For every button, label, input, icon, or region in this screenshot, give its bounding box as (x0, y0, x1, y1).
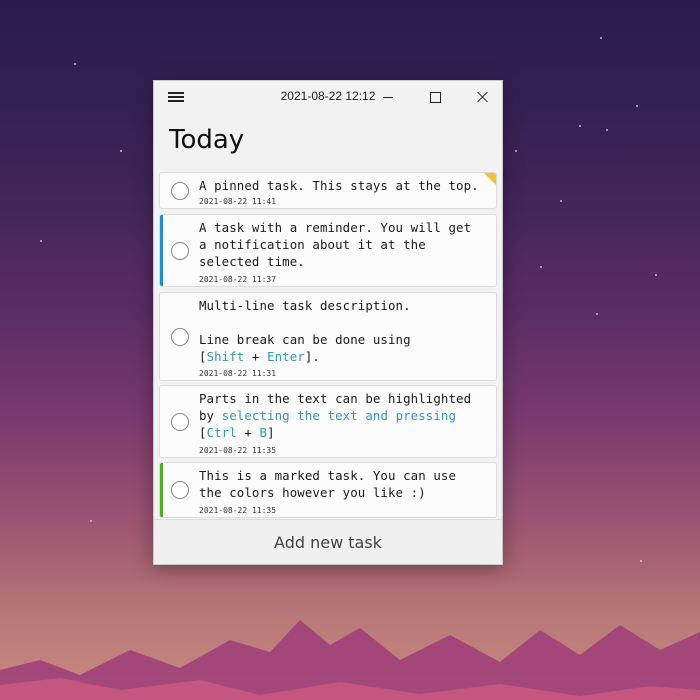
highlighted-text: B (259, 425, 268, 440)
highlighted-text: selecting the text and pressing (221, 408, 457, 423)
task-item-pinned[interactable]: A pinned task. This stays at the top. 20… (159, 172, 497, 209)
background-mountains (0, 620, 700, 700)
task-color-bar (160, 463, 163, 517)
maximize-button[interactable] (413, 81, 457, 113)
task-item-marked[interactable]: This is a marked task. You can use the c… (159, 462, 497, 518)
text-segment: ]. (304, 349, 320, 364)
task-checkbox[interactable] (171, 413, 189, 431)
highlighted-text: Enter (267, 349, 305, 364)
text-segment: [ (199, 425, 207, 440)
task-color-bar (160, 215, 163, 286)
pin-indicator-icon (484, 173, 496, 185)
task-color-bar (160, 386, 163, 457)
task-text[interactable]: Parts in the text can be highlighted by … (199, 390, 490, 441)
add-new-task-button[interactable]: Add new task (154, 519, 502, 564)
text-segment: This is a marked task. You can use the c… (199, 468, 457, 500)
task-item-highlight[interactable]: Parts in the text can be highlighted by … (159, 385, 497, 458)
task-checkbox[interactable] (171, 481, 189, 499)
maximize-icon (429, 91, 441, 103)
text-segment: + (244, 349, 268, 364)
text-segment: ] (267, 425, 275, 440)
app-window: 2021-08-22 12:12 Today A pinned task. Th… (153, 80, 503, 565)
task-text[interactable]: A task with a reminder. You will get a n… (199, 219, 490, 270)
task-timestamp: 2021-08-22 11:31 (199, 369, 277, 378)
hamburger-menu-icon[interactable] (168, 92, 184, 102)
text-segment: + (236, 425, 260, 440)
task-checkbox[interactable] (171, 242, 189, 260)
task-text[interactable]: This is a marked task. You can use the c… (199, 467, 490, 501)
task-color-bar (160, 173, 163, 208)
close-icon (476, 91, 488, 103)
task-item-reminder[interactable]: A task with a reminder. You will get a n… (159, 214, 497, 287)
task-item-multiline[interactable]: Multi-line task description. Line break … (159, 292, 497, 381)
task-timestamp: 2021-08-22 11:35 (199, 506, 277, 515)
text-segment: A task with a reminder. You will get a n… (199, 220, 472, 269)
task-text[interactable]: A pinned task. This stays at the top. (199, 177, 490, 194)
text-segment: A pinned task. This stays at the top. (199, 178, 479, 193)
task-timestamp: 2021-08-22 11:35 (199, 446, 277, 455)
highlighted-text: Ctrl (206, 425, 237, 440)
title-bar[interactable]: 2021-08-22 12:12 (154, 81, 502, 113)
page-title: Today (169, 125, 245, 155)
highlighted-text: Shift (206, 349, 245, 364)
minimize-icon (383, 96, 393, 98)
close-button[interactable] (460, 81, 504, 113)
task-text[interactable]: Multi-line task description. Line break … (199, 297, 490, 365)
task-timestamp: 2021-08-22 11:41 (199, 197, 277, 206)
task-timestamp: 2021-08-22 11:37 (199, 275, 277, 284)
task-checkbox[interactable] (171, 328, 189, 346)
task-color-bar (160, 293, 163, 380)
minimize-button[interactable] (366, 81, 410, 113)
task-checkbox[interactable] (171, 182, 189, 200)
